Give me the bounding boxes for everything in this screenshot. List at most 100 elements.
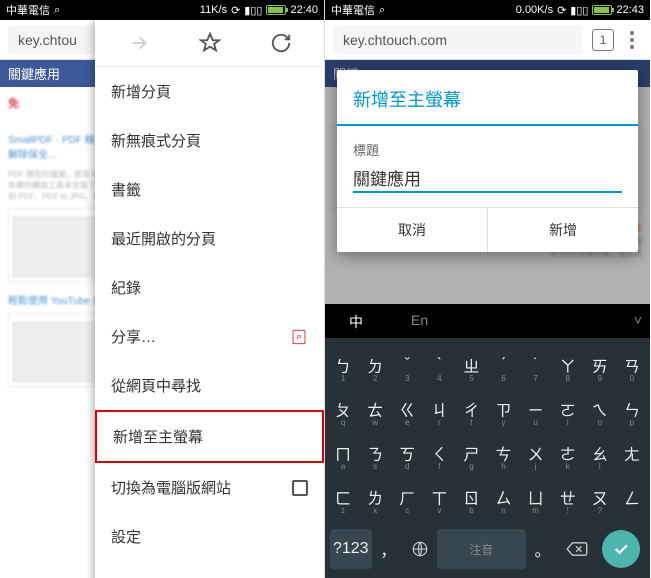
key-ˇ[interactable]: ˇ3 xyxy=(392,345,422,385)
speed-label: 11K/s xyxy=(200,4,227,16)
key-ㄆ[interactable]: ㄆq xyxy=(328,389,358,429)
key-ㄎ[interactable]: ㄎd xyxy=(392,433,422,473)
voicemail-icon: ⌕ xyxy=(54,4,60,17)
key-ㄖ[interactable]: ㄖb xyxy=(456,477,486,517)
key-ㄣ[interactable]: ㄣp xyxy=(617,389,647,429)
key-ㄑ[interactable]: ㄑf xyxy=(424,433,454,473)
dialog-title: 新增至主螢幕 xyxy=(337,70,638,126)
star-icon[interactable] xyxy=(199,32,221,54)
key-comma[interactable]: ， xyxy=(374,529,404,569)
status-bar: 中華電信 ⌕ 0.00K/s ⟳ ▮▯▯ 22:43 xyxy=(325,0,650,20)
menu-incognito[interactable]: 新無痕式分頁 xyxy=(95,116,324,165)
battery-icon xyxy=(592,5,612,15)
key-ㄉ[interactable]: ㄉ2 xyxy=(360,345,390,385)
menu-new-tab[interactable]: 新增分頁 xyxy=(95,67,324,116)
speed-label: 0.00K/s xyxy=(516,4,553,16)
key-ㄛ[interactable]: ㄛi xyxy=(553,389,583,429)
key-ㄊ[interactable]: ㄊw xyxy=(360,389,390,429)
key-ㄩ[interactable]: ㄩm xyxy=(521,477,551,517)
tab-count[interactable]: 1 xyxy=(592,29,614,51)
menu-share[interactable]: 分享… P xyxy=(95,312,324,361)
key-space[interactable]: 注音 xyxy=(437,529,526,569)
key-˙[interactable]: ˙7 xyxy=(521,345,551,385)
key-ㄏ[interactable]: ㄏc xyxy=(392,477,422,517)
key-ㄍ[interactable]: ㄍe xyxy=(392,389,422,429)
key-ㄧ[interactable]: ㄧu xyxy=(521,389,551,429)
key-ㄞ[interactable]: ㄞ9 xyxy=(585,345,615,385)
pdf-icon: P xyxy=(290,328,308,346)
carrier-label: 中華電信 xyxy=(331,2,375,18)
backspace-icon xyxy=(566,541,588,557)
key-enter[interactable] xyxy=(602,530,640,568)
lang-zh-tab[interactable]: 中 xyxy=(325,304,387,338)
key-ㄤ[interactable]: ㄤ xyxy=(617,433,647,473)
signal-icon: ▮▯▯ xyxy=(244,4,262,17)
checkbox-icon[interactable] xyxy=(292,480,308,496)
sync-icon: ⟳ xyxy=(557,4,566,17)
key-ㄌ[interactable]: ㄌx xyxy=(360,477,390,517)
key-ㄜ[interactable]: ㄜk xyxy=(553,433,583,473)
key-ㄝ[interactable]: ㄝ! xyxy=(553,477,583,517)
signal-icon: ▮▯▯ xyxy=(570,4,588,17)
confirm-button[interactable]: 新增 xyxy=(488,208,638,252)
key-ㄓ[interactable]: ㄓ5 xyxy=(456,345,486,385)
menu-find[interactable]: 從網頁中尋找 xyxy=(95,361,324,410)
key-ㄚ[interactable]: ㄚ8 xyxy=(553,345,583,385)
reload-icon[interactable] xyxy=(270,32,292,54)
key-globe[interactable] xyxy=(405,529,435,569)
key-symbols[interactable]: ?123 xyxy=(330,529,372,569)
key-ㄢ[interactable]: ㄢ0 xyxy=(617,345,647,385)
phone-left: 中華電信 ⌕ 11K/s ⟳ ▮▯▯ 22:40 key.chtou 關鍵應用 … xyxy=(0,0,325,578)
battery-icon xyxy=(266,5,286,15)
key-period[interactable]: 。 xyxy=(528,529,558,569)
add-to-homescreen-dialog: 新增至主螢幕 標題 取消 新增 xyxy=(337,70,638,252)
title-input[interactable] xyxy=(353,163,622,193)
key-ㄇ[interactable]: ㄇa xyxy=(328,433,358,473)
cancel-button[interactable]: 取消 xyxy=(337,208,488,252)
carrier-label: 中華電信 xyxy=(6,2,50,18)
keyboard: 中 En ˅ ㄅ1ㄉ2ˇ3ˋ4ㄓ5ˊ6˙7ㄚ8ㄞ9ㄢ0 ㄆqㄊwㄍeㄐrㄔtㄗyㄧ… xyxy=(325,304,650,578)
dialog-label: 標題 xyxy=(353,140,622,159)
globe-icon xyxy=(411,540,429,558)
lang-en-tab[interactable]: En xyxy=(387,304,452,338)
key-ㄐ[interactable]: ㄐr xyxy=(424,389,454,429)
menu-history[interactable]: 紀錄 xyxy=(95,263,324,312)
menu-desktop-site[interactable]: 切換為電腦版網站 xyxy=(95,463,324,512)
sync-icon: ⟳ xyxy=(231,4,240,17)
key-ㄟ[interactable]: ㄟo xyxy=(585,389,615,429)
key-ㄅ[interactable]: ㄅ1 xyxy=(328,345,358,385)
key-ㄠ[interactable]: ㄠl xyxy=(585,433,615,473)
key-ㄗ[interactable]: ㄗy xyxy=(488,389,518,429)
menu-bookmarks[interactable]: 書籤 xyxy=(95,165,324,214)
key-ㄨ[interactable]: ㄨj xyxy=(521,433,551,473)
address-bar: key.chtouch.com 1 xyxy=(325,20,650,60)
chrome-menu: 新增分頁 新無痕式分頁 書籤 最近開啟的分頁 紀錄 分享… P 從網頁中尋找 新… xyxy=(95,20,324,578)
menu-settings[interactable]: 設定 xyxy=(95,512,324,561)
key-ㄡ[interactable]: ㄡ? xyxy=(585,477,615,517)
phone-right: 中華電信 ⌕ 0.00K/s ⟳ ▮▯▯ 22:43 key.chtouch.c… xyxy=(325,0,650,578)
time-label: 22:43 xyxy=(616,4,644,16)
key-ㄥ[interactable]: ㄥ xyxy=(617,477,647,517)
voicemail-icon: ⌕ xyxy=(379,4,385,17)
status-bar: 中華電信 ⌕ 11K/s ⟳ ▮▯▯ 22:40 xyxy=(0,0,324,20)
collapse-icon[interactable]: ˅ xyxy=(634,312,642,328)
menu-add-to-homescreen[interactable]: 新增至主螢幕 xyxy=(95,410,324,463)
key-backspace[interactable] xyxy=(559,529,595,569)
check-icon xyxy=(612,540,630,558)
svg-text:P: P xyxy=(297,335,301,341)
key-ㄙ[interactable]: ㄙn xyxy=(488,477,518,517)
time-label: 22:40 xyxy=(290,4,318,16)
menu-recent-tabs[interactable]: 最近開啟的分頁 xyxy=(95,214,324,263)
menu-help[interactable]: 說明與意見回饋 xyxy=(95,561,324,578)
key-ˊ[interactable]: ˊ6 xyxy=(488,345,518,385)
url-input[interactable]: key.chtouch.com xyxy=(333,26,582,54)
key-ㄋ[interactable]: ㄋs xyxy=(360,433,390,473)
key-ㄒ[interactable]: ㄒv xyxy=(424,477,454,517)
key-ˋ[interactable]: ˋ4 xyxy=(424,345,454,385)
key-ㄕ[interactable]: ㄕg xyxy=(456,433,486,473)
key-ㄘ[interactable]: ㄘh xyxy=(488,433,518,473)
key-ㄔ[interactable]: ㄔt xyxy=(456,389,486,429)
menu-button[interactable] xyxy=(622,31,642,49)
forward-icon[interactable] xyxy=(128,32,150,54)
key-ㄈ[interactable]: ㄈz xyxy=(328,477,358,517)
